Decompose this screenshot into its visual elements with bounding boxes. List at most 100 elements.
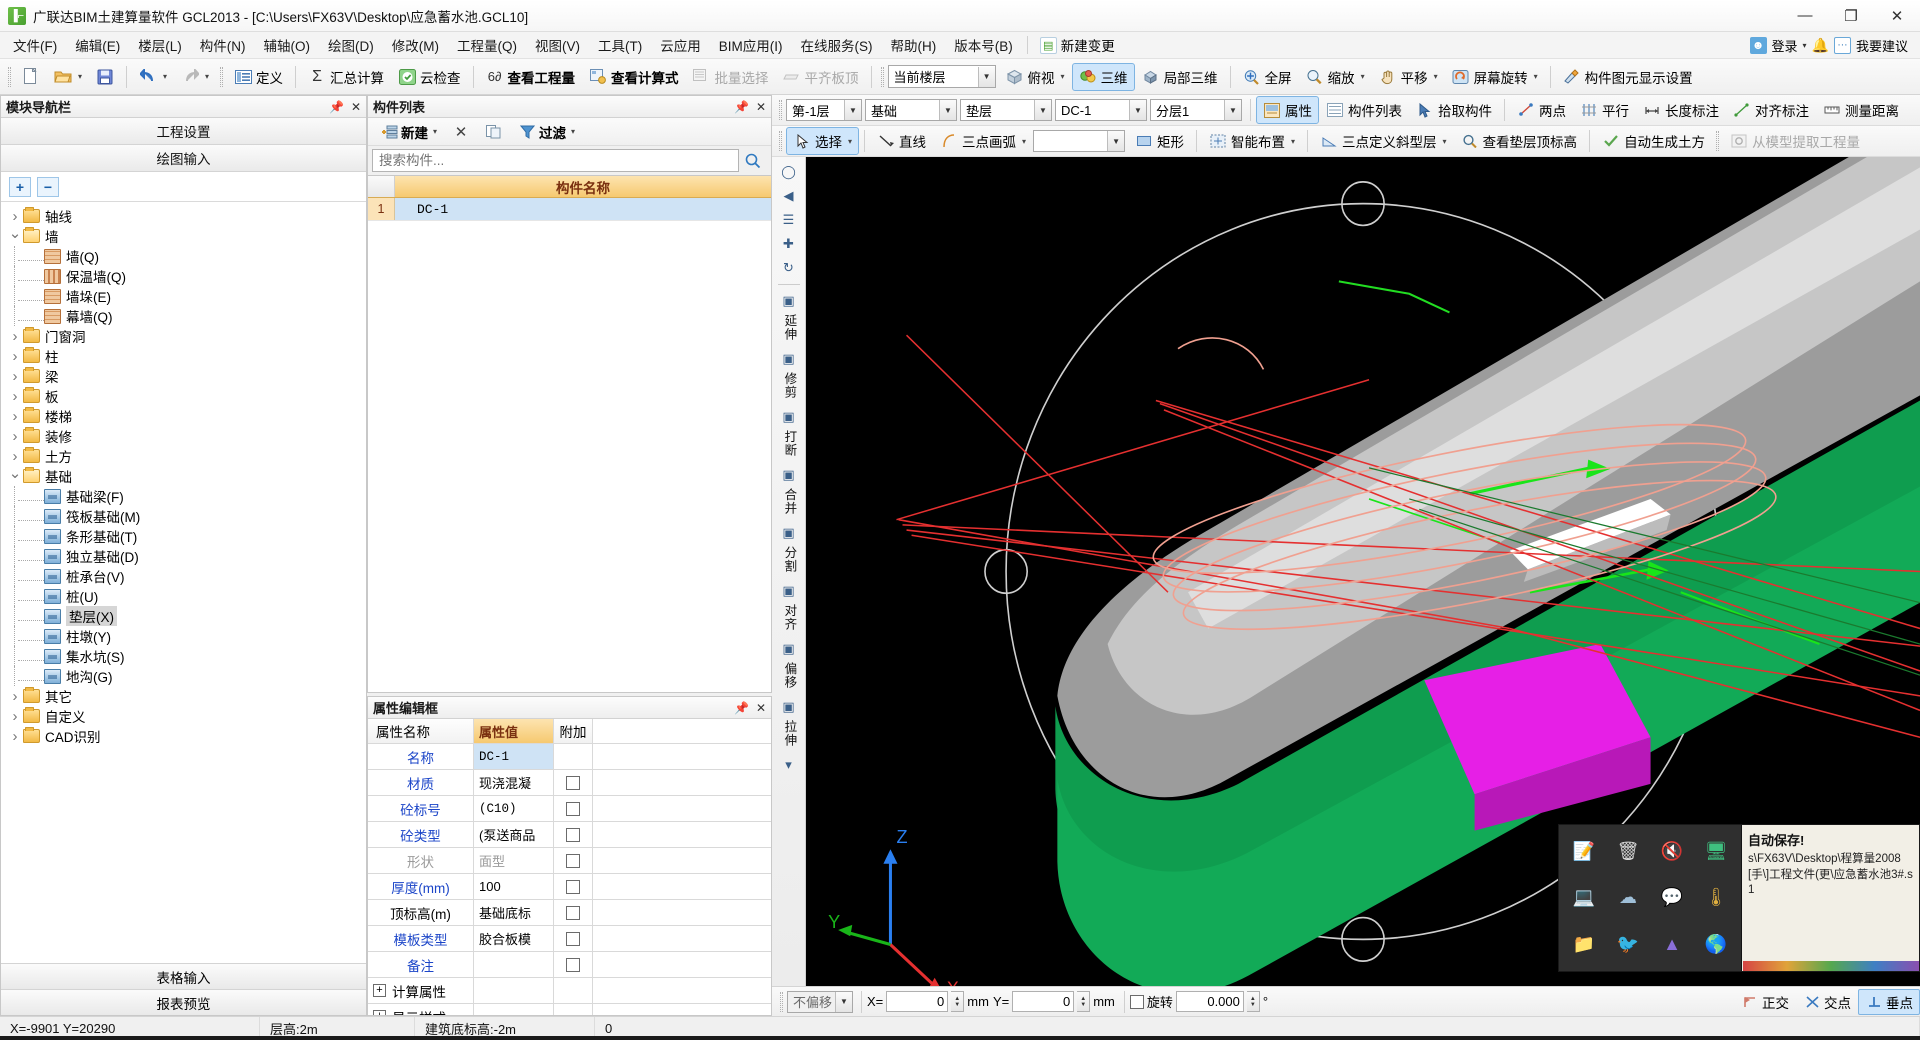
chevron-down-icon[interactable]: ▾ bbox=[78, 72, 82, 81]
tree-item-17[interactable]: 独立基础(D) bbox=[1, 546, 366, 566]
properties-button[interactable]: 属性 bbox=[1256, 96, 1319, 124]
menu-file[interactable]: 文件(F) bbox=[4, 31, 66, 59]
break-icon[interactable]: ▣ bbox=[776, 406, 802, 428]
tree-item-9[interactable]: 板 bbox=[1, 386, 366, 406]
table-row[interactable]: 1 DC-1 bbox=[368, 198, 771, 221]
layer-selector[interactable]: 分层1 ▼ bbox=[1150, 99, 1242, 121]
property-value[interactable]: 现浇混凝 bbox=[474, 770, 554, 795]
new-component-button[interactable]: 新建 ▾ bbox=[374, 119, 443, 145]
property-value[interactable]: 胶合板模 bbox=[474, 926, 554, 951]
bell-icon[interactable]: 🔔 bbox=[1812, 37, 1829, 54]
offset-icon[interactable]: ▣ bbox=[776, 638, 802, 660]
save-button[interactable] bbox=[89, 63, 121, 91]
chevron-down-icon[interactable]: ▾ bbox=[1803, 41, 1807, 50]
summary-calc-button[interactable]: Σ 汇总计算 bbox=[301, 63, 391, 91]
menu-online-services[interactable]: 在线服务(S) bbox=[792, 31, 882, 59]
attach-checkbox[interactable] bbox=[566, 827, 580, 842]
pin-icon[interactable]: 📌 bbox=[734, 701, 749, 715]
chevron-down-icon[interactable]: ▼ bbox=[1034, 100, 1051, 120]
stretch-icon[interactable]: ▣ bbox=[776, 696, 802, 718]
tree-item-22[interactable]: 集水坑(S) bbox=[1, 646, 366, 666]
rotate-input[interactable]: 0.000 bbox=[1175, 991, 1244, 1012]
login-label[interactable]: 登录 bbox=[1772, 36, 1798, 55]
open-file-button[interactable]: ▾ bbox=[47, 63, 89, 91]
thermometer-icon[interactable]: 🌡 bbox=[1695, 876, 1737, 921]
edit-tool-icon-2[interactable]: ☰ bbox=[776, 209, 802, 231]
menu-draw[interactable]: 绘图(D) bbox=[319, 31, 383, 59]
property-row[interactable]: 厚度(mm) 100 bbox=[368, 874, 771, 900]
y-stepper[interactable]: ▲ ▼ bbox=[1077, 991, 1091, 1012]
extend-icon[interactable]: ▣ bbox=[776, 290, 802, 312]
property-row[interactable]: 名称 DC-1 bbox=[368, 744, 771, 770]
edit-tool-icon-0[interactable]: ◯ bbox=[776, 161, 802, 183]
attach-checkbox[interactable] bbox=[566, 879, 580, 894]
report-preview-button[interactable]: 报表预览 bbox=[1, 989, 366, 1015]
partial-3d-button[interactable]: 局部三维 bbox=[1135, 63, 1225, 91]
chevron-down-icon[interactable]: ▾ bbox=[1291, 137, 1295, 146]
chevron-down-icon[interactable]: ▾ bbox=[163, 72, 167, 81]
chevron-down-icon[interactable]: ▾ bbox=[1434, 72, 1438, 81]
qq-icon[interactable]: 🐦 bbox=[1607, 922, 1649, 967]
screen-icon[interactable]: 🖥 bbox=[1695, 829, 1737, 874]
fullscreen-button[interactable]: 全屏 bbox=[1236, 63, 1299, 91]
3d-view-button[interactable]: 三维 bbox=[1071, 62, 1135, 91]
menu-component[interactable]: 构件(N) bbox=[191, 31, 255, 59]
table-input-button[interactable]: 表格输入 bbox=[1, 963, 366, 989]
floor-selector[interactable]: 第-1层 ▼ bbox=[786, 99, 862, 121]
copy-component-button[interactable] bbox=[479, 120, 509, 144]
align-slab-top-button[interactable]: 平齐板顶 bbox=[776, 63, 866, 91]
parallel-button[interactable]: 平行 bbox=[1573, 96, 1636, 124]
chevron-right-icon[interactable] bbox=[7, 328, 23, 345]
a-app-icon[interactable]: ▲ bbox=[1651, 922, 1693, 967]
menu-edit[interactable]: 编辑(E) bbox=[66, 31, 129, 59]
wechat-icon[interactable]: 💬 bbox=[1651, 876, 1693, 921]
tree-item-15[interactable]: 筏板基础(M) bbox=[1, 506, 366, 526]
property-group-name[interactable]: + 计算属性 bbox=[368, 978, 474, 1003]
cloud-icon[interactable]: ☁ bbox=[1607, 876, 1649, 921]
y-input[interactable]: 0 bbox=[1012, 991, 1075, 1012]
menu-version[interactable]: 版本号(B) bbox=[945, 31, 1022, 59]
tree-item-19[interactable]: 桩(U) bbox=[1, 586, 366, 606]
element-display-settings-button[interactable]: 构件图元显示设置 bbox=[1556, 63, 1700, 91]
tree-item-14[interactable]: 基础梁(F) bbox=[1, 486, 366, 506]
cloud-check-button[interactable]: 云检查 bbox=[391, 63, 468, 91]
tree-item-20[interactable]: 垫层(X) bbox=[1, 606, 366, 626]
x-input[interactable]: 0 bbox=[886, 991, 949, 1012]
expander-icon[interactable]: + bbox=[373, 984, 386, 997]
attach-checkbox[interactable] bbox=[566, 801, 580, 816]
pan-button[interactable]: 平移 ▾ bbox=[1372, 63, 1445, 91]
top-view-button[interactable]: 俯视 ▾ bbox=[999, 63, 1072, 91]
aligned-dimension-button[interactable]: 对齐标注 bbox=[1726, 96, 1816, 124]
menu-tools[interactable]: 工具(T) bbox=[589, 31, 651, 59]
chevron-right-icon[interactable] bbox=[7, 708, 23, 725]
collapse-all-button[interactable]: − bbox=[37, 176, 59, 197]
floating-dock-widget[interactable]: 📝 🗑 🔇 🖥 💻 ☁ 💬 🌡 📁 🐦 ▲ 🌎 自动保存! s\FX63V\De… bbox=[1558, 824, 1920, 972]
component-list-button[interactable]: 构件列表 bbox=[1319, 96, 1409, 124]
view-scope-combo[interactable]: 当前楼层 ▼ bbox=[887, 65, 996, 88]
edit-tool-icon-3[interactable]: ✚ bbox=[776, 233, 802, 255]
chevron-down-icon[interactable]: ▾ bbox=[848, 137, 852, 146]
define-button[interactable]: 定义 bbox=[227, 63, 290, 91]
tree-item-3[interactable]: 保温墙(Q) bbox=[1, 266, 366, 286]
suggest-label[interactable]: 我要建议 bbox=[1856, 36, 1908, 55]
chevron-down-icon[interactable]: ▼ bbox=[977, 66, 995, 87]
chevron-right-icon[interactable] bbox=[7, 348, 23, 365]
draw-mode-combo[interactable]: ▼ bbox=[1033, 130, 1126, 152]
tab-project-settings[interactable]: 工程设置 bbox=[1, 118, 366, 145]
monitor-icon[interactable]: 💻 bbox=[1563, 876, 1605, 921]
property-row[interactable]: 顶标高(m) 基础底标 bbox=[368, 900, 771, 926]
edit-tool-icon-4[interactable]: ↻ bbox=[776, 257, 802, 279]
pin-icon[interactable]: 📌 bbox=[329, 100, 344, 114]
perpendicular-snap-button[interactable]: 垂点 bbox=[1858, 988, 1920, 1015]
property-row[interactable]: 材质 现浇混凝 bbox=[368, 770, 771, 796]
menu-aux-axis[interactable]: 辅轴(O) bbox=[255, 31, 320, 59]
property-value[interactable]: 100 bbox=[474, 874, 554, 899]
two-point-button[interactable]: 两点 bbox=[1510, 96, 1573, 124]
chevron-right-icon[interactable] bbox=[7, 368, 23, 385]
maximize-button[interactable]: ❐ bbox=[1828, 0, 1874, 32]
rotate-stepper[interactable]: ▲ ▼ bbox=[1246, 991, 1260, 1012]
rotate-checkbox[interactable] bbox=[1129, 994, 1144, 1009]
menu-modify[interactable]: 修改(M) bbox=[383, 31, 448, 59]
redo-button[interactable]: ▾ bbox=[174, 63, 216, 91]
tree-item-24[interactable]: 其它 bbox=[1, 686, 366, 706]
